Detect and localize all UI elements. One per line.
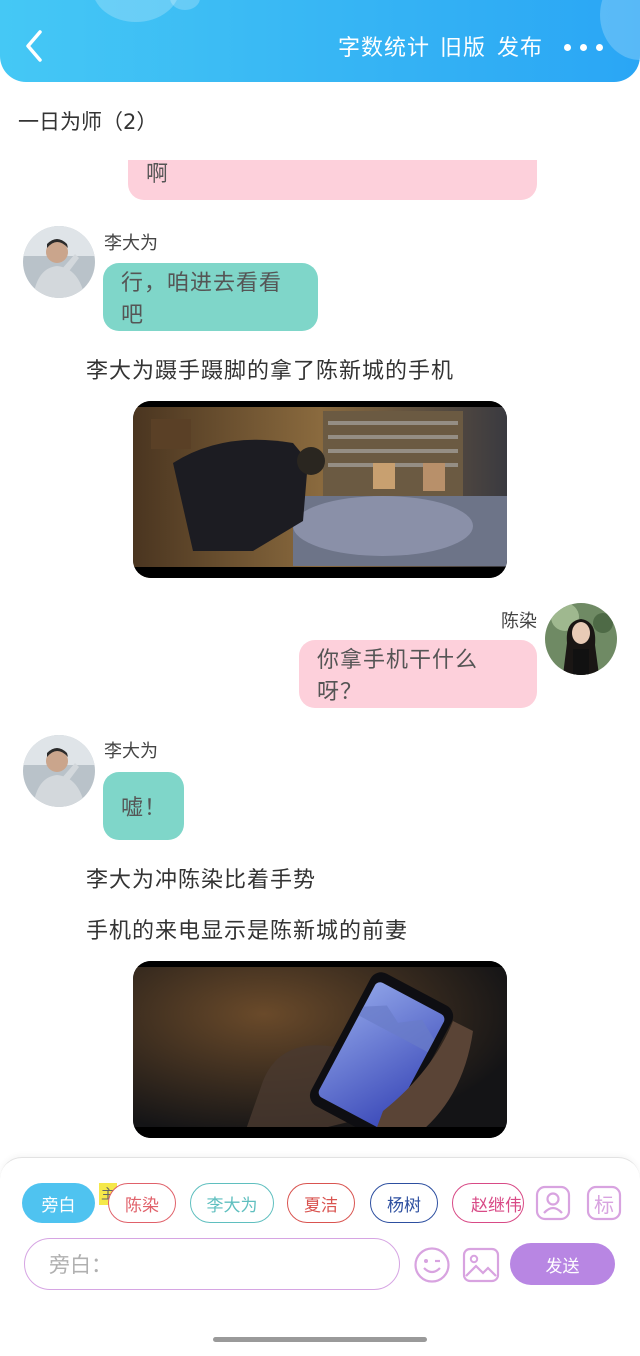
message-image[interactable] [133,401,507,578]
message-text: 嘘！ [121,796,168,821]
message-image[interactable] [133,961,507,1138]
narration-text: 李大为冲陈染比着手势 [86,868,317,893]
speaker-name: 陈染 [501,611,537,632]
avatar[interactable] [23,226,95,298]
narration-text: 李大为蹑手蹑脚的拿了陈新城的手机 [86,359,455,384]
mark-label: 标 [594,1192,614,1217]
back-button[interactable] [18,24,54,68]
role-chip-narration[interactable]: 旁白 [22,1183,95,1223]
emoji-icon[interactable] [413,1246,451,1288]
role-chip-zhaojiwei[interactable]: 赵继伟 [452,1183,524,1223]
mark-icon[interactable]: 标 [586,1185,622,1221]
chat-clip: 啊 [0,160,640,202]
speaker-name: 李大为 [104,233,158,254]
role-chip-xiajie[interactable]: 夏洁 [287,1183,355,1223]
role-chip-chenran[interactable]: 陈染 [108,1183,176,1223]
header-decoration [600,0,640,60]
avatar[interactable] [23,735,95,807]
message-input[interactable]: 旁白： [24,1238,400,1290]
message-bubble[interactable]: 行，咱进去看看吧 [103,263,318,331]
header-decoration [170,0,200,10]
message-text: 啊 [146,162,170,187]
more-icon-dot [580,44,587,51]
narration-text: 手机的来电显示是陈新城的前妻 [86,919,409,944]
more-icon [564,44,571,51]
role-chip-lidawei[interactable]: 李大为 [190,1183,274,1223]
contact-icon[interactable] [535,1185,571,1225]
publish-button[interactable]: 发布 [497,30,543,62]
message-bubble[interactable]: 你拿手机干什么呀？ [299,640,537,708]
image-icon[interactable] [462,1246,500,1288]
header-decoration [92,0,180,22]
avatar-image [545,603,617,675]
role-chip-yangshu[interactable]: 杨树 [370,1183,438,1223]
avatar[interactable] [545,603,617,675]
bedroom-scene-image [133,401,507,578]
chat-title: 一日为师（2） [18,110,158,134]
avatar-image [23,226,95,298]
chevron-left-icon [26,30,42,62]
send-button[interactable]: 发送 [510,1243,615,1285]
word-count-button[interactable]: 字数统计 [338,30,430,62]
message-bubble[interactable]: 嘘！ [103,772,184,840]
more-menu-button[interactable] [560,26,606,66]
avatar-image [23,735,95,807]
more-icon-dot [596,44,603,51]
phone-call-image [133,961,507,1138]
message-text: 行，咱进去看看吧 [121,271,283,328]
home-indicator [213,1337,427,1342]
speaker-name: 李大为 [104,741,158,762]
top-bar: 字数统计 旧版 发布 [0,0,640,82]
message-bubble[interactable]: 啊 [128,160,537,200]
message-text: 你拿手机干什么呀？ [317,648,479,705]
old-version-button[interactable]: 旧版 [440,30,486,62]
